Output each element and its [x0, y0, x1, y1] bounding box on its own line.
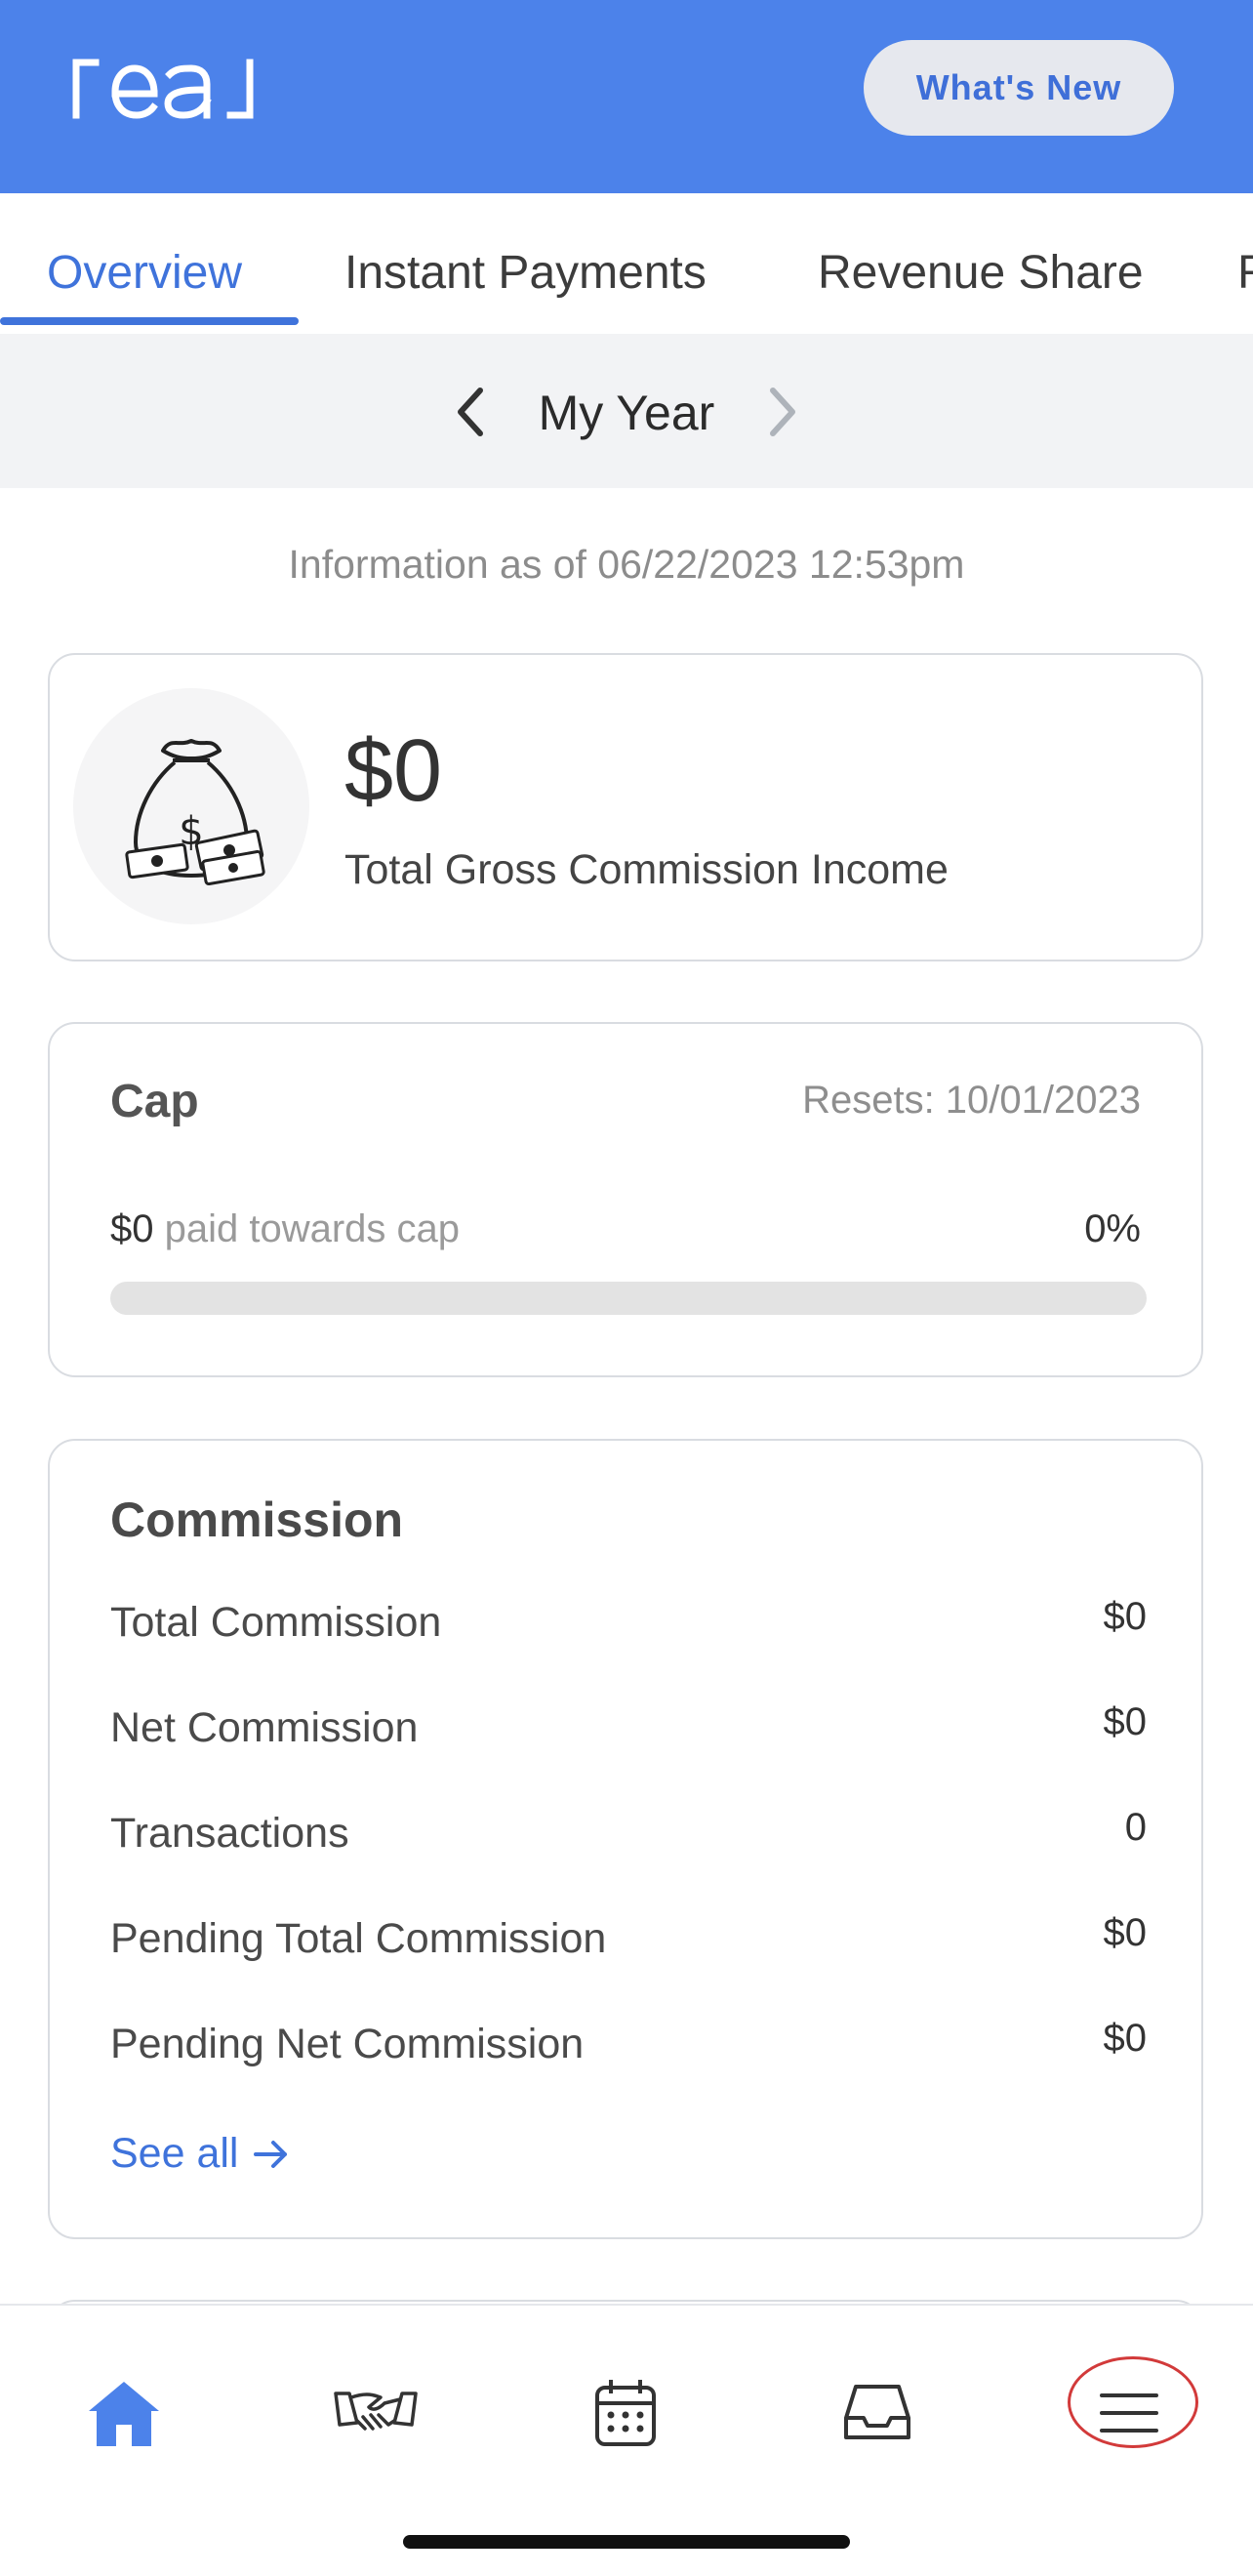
commission-title: Commission [110, 1492, 404, 1547]
cap-reset-date: Resets: 10/01/2023 [802, 1079, 1141, 1122]
gci-label: Total Gross Commission Income [344, 846, 949, 893]
commission-row: Pending Net Commission $0 [110, 2017, 1147, 2079]
active-tab-indicator [0, 317, 299, 325]
nav-inbox[interactable] [814, 2364, 941, 2462]
arrow-right-icon [254, 2140, 288, 2168]
real-logo [72, 59, 254, 119]
see-all-link[interactable]: See all [110, 2130, 291, 2178]
tab-overview[interactable]: Overview [47, 246, 242, 300]
gci-card: $ $0 Total Gross Commission Income [48, 653, 1203, 961]
cap-paid-amount: $0 [110, 1207, 154, 1250]
period-selector: My Year [0, 334, 1253, 488]
row-label: Net Commission [110, 1704, 419, 1751]
tab-instant-payments[interactable]: Instant Payments [344, 246, 707, 300]
whats-new-button[interactable]: What's New [864, 40, 1174, 136]
commission-row: Transactions 0 [110, 1806, 1147, 1868]
nav-calendar[interactable] [562, 2364, 689, 2462]
tab-revenue-share[interactable]: Revenue Share [818, 246, 1144, 300]
cap-progress-bar [110, 1282, 1147, 1315]
home-indicator [403, 2535, 850, 2549]
cap-percent: 0% [1084, 1207, 1141, 1250]
handshake-icon [334, 2392, 418, 2431]
row-value: 0 [1124, 1806, 1147, 1849]
chevron-right-icon[interactable] [763, 385, 802, 439]
inbox-icon [844, 2385, 910, 2439]
row-value: $0 [1103, 2017, 1148, 2060]
row-value: $0 [1103, 1911, 1148, 1954]
see-all-label: See all [110, 2130, 239, 2177]
home-icon [89, 2382, 159, 2446]
commission-card: Commission Total Commission $0 Net Commi… [48, 1439, 1203, 2239]
period-label: My Year [538, 386, 715, 440]
menu-highlight-circle [1068, 2356, 1198, 2448]
calendar-icon [595, 2380, 656, 2446]
nav-transactions[interactable] [312, 2364, 439, 2462]
app-header: What's New [0, 0, 1253, 193]
cap-title: Cap [110, 1076, 199, 1127]
row-label: Pending Net Commission [110, 2021, 585, 2067]
nav-home[interactable] [61, 2364, 187, 2462]
row-label: Transactions [110, 1810, 349, 1857]
commission-row: Pending Total Commission $0 [110, 1911, 1147, 1974]
cap-paid-label: paid towards cap [153, 1207, 461, 1250]
tab-next-partial[interactable]: R [1237, 246, 1253, 300]
commission-row: Total Commission $0 [110, 1595, 1147, 1657]
row-value: $0 [1103, 1595, 1148, 1638]
cap-paid-text: $0 paid towards cap [110, 1207, 460, 1251]
info-timestamp: Information as of 06/22/2023 12:53pm [288, 542, 965, 587]
commission-row: Net Commission $0 [110, 1700, 1147, 1763]
cap-card: Cap Resets: 10/01/2023 $0 paid towards c… [48, 1022, 1203, 1377]
row-value: $0 [1103, 1700, 1148, 1743]
tab-bar: Overview Instant Payments Revenue Share … [0, 193, 1253, 336]
money-bag-icon: $ [73, 688, 309, 924]
gci-amount: $0 [344, 722, 443, 820]
row-label: Pending Total Commission [110, 1915, 607, 1962]
row-label: Total Commission [110, 1599, 442, 1646]
